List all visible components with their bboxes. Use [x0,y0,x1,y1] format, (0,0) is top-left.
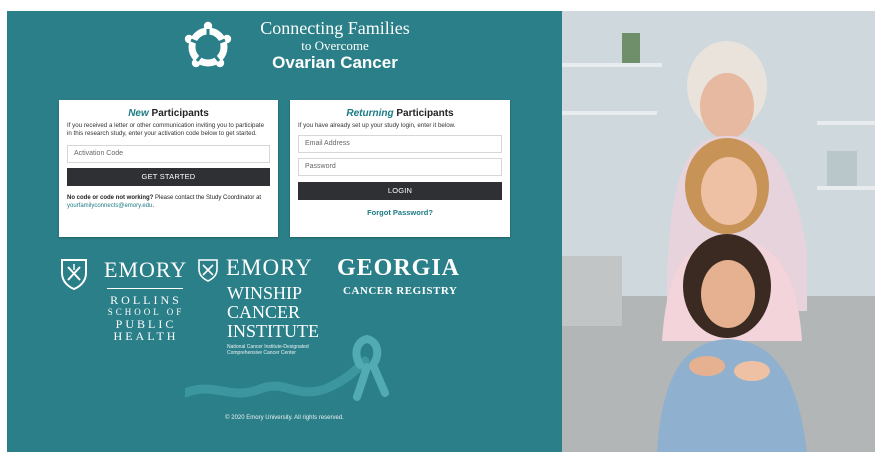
teal-ribbon-icon [185,334,389,401]
family-photo [562,11,875,452]
teal-panel: Connecting Families to Overcome Ovarian … [7,11,562,452]
help-end: . [152,203,155,209]
brand-line-2: to Overcome [301,38,369,53]
help-text: Please contact the Study Coordinator at [153,195,262,201]
new-participants-title: New Participants [59,100,278,119]
email-field[interactable]: Email Address [298,135,502,153]
family-photo-illustration [562,11,875,452]
login-button[interactable]: LOGIN [298,182,502,200]
get-started-button[interactable]: GET STARTED [67,168,270,186]
emory-shield-icon [61,259,87,290]
emory-winship-shield-icon [198,259,218,282]
georgia-wordmark: GEORGIA [337,255,461,281]
returning-participants-card: Returning Participants If you have alrea… [290,100,510,237]
forgot-password-link[interactable]: Forgot Password? [290,208,510,217]
emory-rollins-divider [107,288,183,289]
winship-line-2: CANCER [227,302,301,322]
brand-line-1: Connecting Families [260,18,410,38]
new-participants-help: No code or code not working? Please cont… [67,194,270,210]
activation-code-input[interactable]: Activation Code [67,145,270,163]
copyright-text: © 2020 Emory University. All rights rese… [225,415,344,421]
rollins-line-4: HEALTH [113,329,179,343]
rollins-school-name: ROLLINS SCHOOL OF PUBLIC HEALTH [105,294,187,342]
emory-rollins-wordmark: EMORY [104,257,188,282]
rollins-line-1: ROLLINS [110,293,182,307]
returning-participants-description: If you have already set up your study lo… [298,122,456,129]
new-participants-card: New Participants If you received a lette… [59,100,278,237]
login-page: Connecting Families to Overcome Ovarian … [0,0,875,452]
new-participants-description: If you received a letter or other commun… [67,122,265,137]
brand-line-3: Ovarian Cancer [272,53,398,72]
families-logo-icon [184,21,232,68]
cancer-registry-subtitle: CANCER REGISTRY [343,285,458,297]
returning-title-emphasis: Returning [346,108,394,119]
returning-participants-title: Returning Participants [290,100,510,119]
returning-title-rest: Participants [393,108,454,119]
new-title-emphasis: New [128,108,149,119]
emory-winship-wordmark: EMORY [226,255,313,280]
winship-line-1: WINSHIP [227,283,302,303]
help-email-link[interactable]: yourfamilyconnects@emory.edu [67,203,152,209]
help-bold: No code or code not working? [67,195,154,201]
brand-title: Connecting Families to Overcome Ovarian … [235,18,435,73]
password-field[interactable]: Password [298,158,502,176]
new-title-rest: Participants [148,108,209,119]
